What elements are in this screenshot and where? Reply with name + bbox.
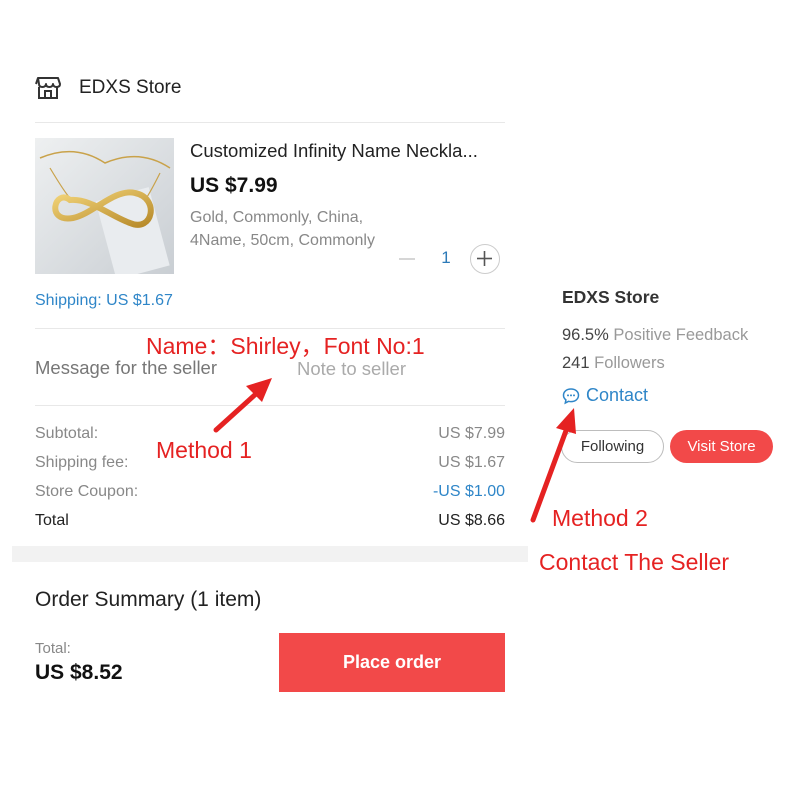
arrow-method-1-icon [213,378,272,433]
annotation-arrows [213,378,576,523]
arrow-method-2-icon [530,408,576,523]
